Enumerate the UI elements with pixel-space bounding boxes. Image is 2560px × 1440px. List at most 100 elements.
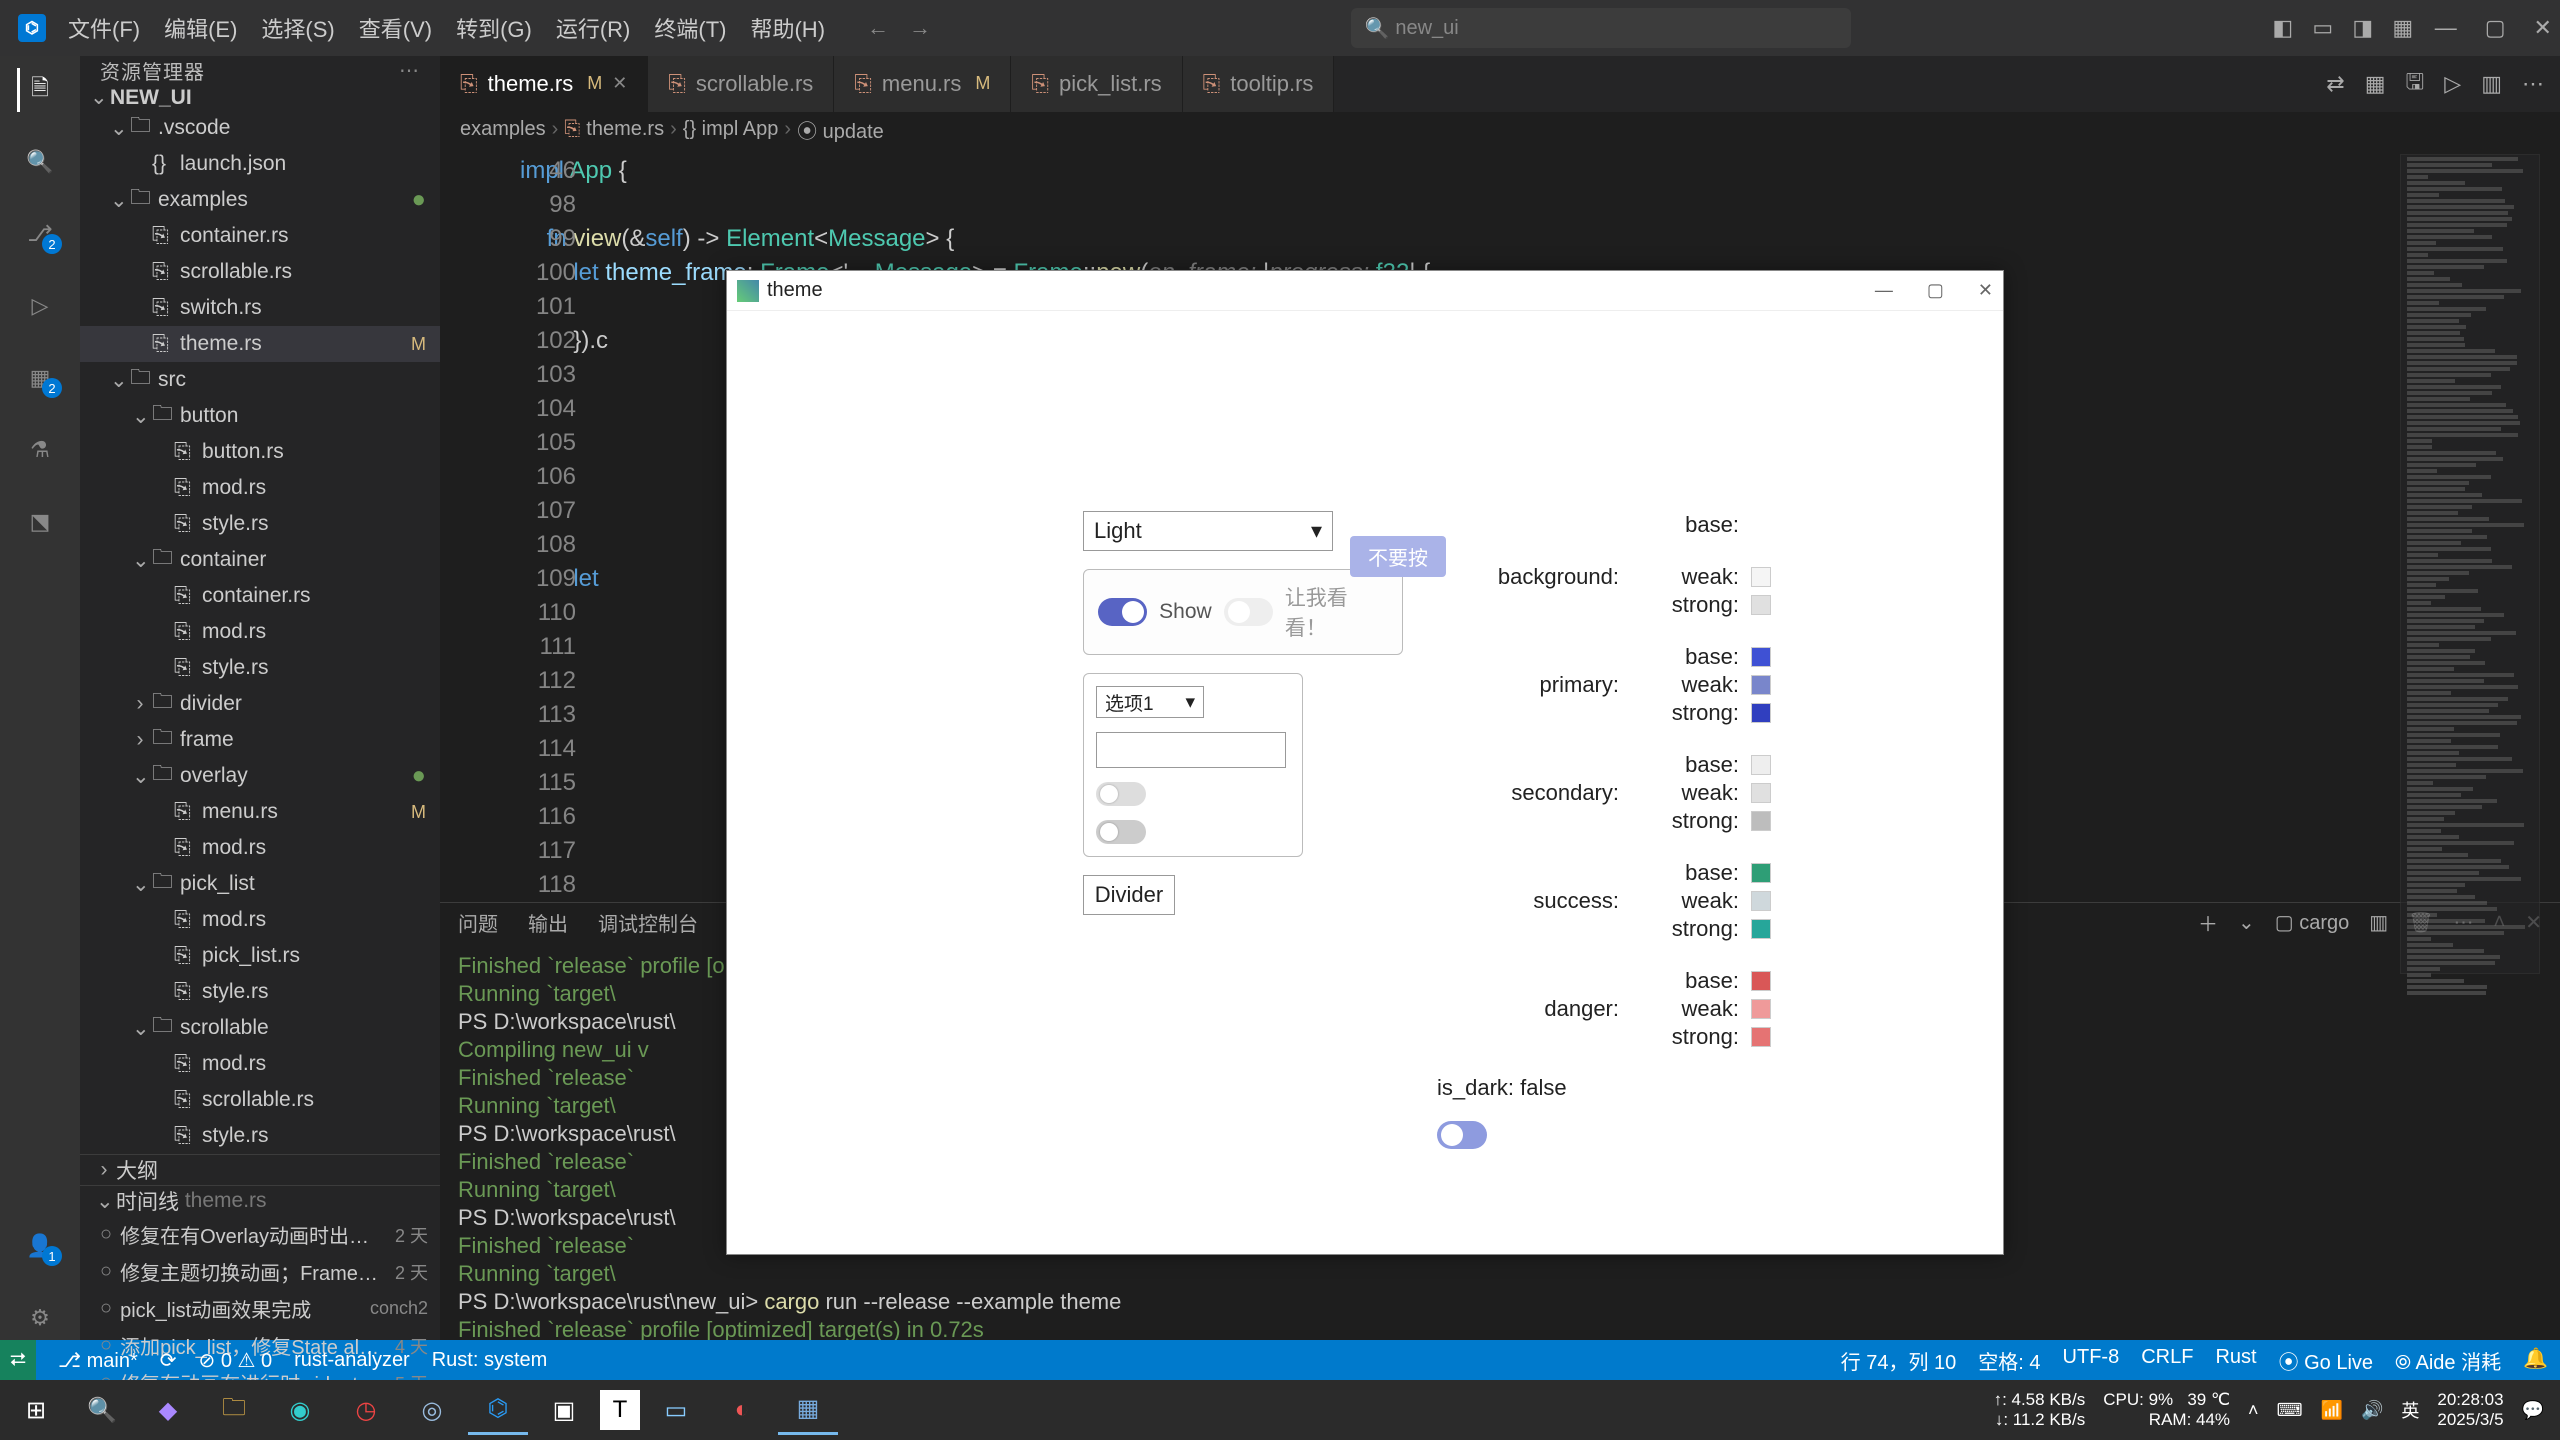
status-rust-system[interactable]: Rust: system [432,1349,548,1372]
file-theme-rs[interactable]: ⎘theme.rsM [80,326,440,362]
start-button[interactable]: ⊞ [6,1385,66,1435]
explorer-more-icon[interactable]: ⋯ [399,58,420,83]
status-lang[interactable]: Rust [2215,1346,2256,1375]
file-container-rs[interactable]: ⎘container.rs [80,218,440,254]
tab-pick_list-rs[interactable]: ⎘pick_list.rs [1011,56,1182,112]
status-problems[interactable]: ⊘ 0 ⚠ 0 [199,1348,273,1373]
editor-more-icon[interactable]: ⋯ [2522,71,2544,97]
file-mod-rs[interactable]: ⎘mod.rs [80,1046,440,1082]
panel-right-icon[interactable]: ◨ [2351,16,2375,40]
taskbar-search[interactable]: 🔍 [72,1385,132,1435]
panel-shell-icon[interactable]: ▢ cargo [2275,910,2349,935]
folder-examples[interactable]: 🗀examples● [80,182,440,218]
panel-left-icon[interactable]: ◧ [2271,16,2295,40]
tray-keyboard-icon[interactable]: ⌨ [2277,1400,2303,1421]
menu-help[interactable]: 帮助(H) [738,12,837,44]
taskbar-app1[interactable]: ◆ [138,1385,198,1435]
tray-volume-icon[interactable]: 🔊 [2361,1400,2383,1421]
file-scrollable-rs[interactable]: ⎘scrollable.rs [80,1082,440,1118]
tab-scrollable-rs[interactable]: ⎘scrollable.rs [648,56,834,112]
show-switch[interactable] [1098,598,1147,626]
taskbar-explorer[interactable]: 🗀 [204,1385,264,1435]
app-maximize-icon[interactable]: ▢ [1927,280,1944,301]
file-button-rs[interactable]: ⎘button.rs [80,434,440,470]
status-eol[interactable]: CRLF [2141,1346,2193,1375]
menu-go[interactable]: 转到(G) [444,12,544,44]
file-scrollable-rs[interactable]: ⎘scrollable.rs [80,254,440,290]
editor-split-icon[interactable]: ▥ [2481,71,2502,97]
folder-scrollable[interactable]: 🗀scrollable [80,1010,440,1046]
folder-button[interactable]: 🗀button [80,398,440,434]
file-switch-rs[interactable]: ⎘switch.rs [80,290,440,326]
command-center[interactable]: 🔍 new_ui [1351,8,1851,48]
maximize-icon[interactable]: ▢ [2485,15,2506,41]
status-encoding[interactable]: UTF-8 [2063,1346,2120,1375]
file-menu-rs[interactable]: ⎘menu.rsM [80,794,440,830]
tray-up-icon[interactable]: ˄ [2248,1400,2259,1421]
status-aide[interactable]: ⦾ Aide 消耗 [2395,1346,2501,1375]
bc-3[interactable]: ⦿ update [797,115,884,144]
menu-selection[interactable]: 选择(S) [249,12,346,44]
panel-split-down-icon[interactable]: ⌄ [2238,910,2255,935]
activity-account[interactable]: 👤1 [18,1224,62,1268]
tab-menu-rs[interactable]: ⎘menu.rsM [834,56,1011,112]
status-golive[interactable]: ⦿ Go Live [2279,1346,2373,1375]
panel-output[interactable]: 输出 [528,908,568,937]
panel-new-icon[interactable]: ＋ [2198,908,2218,937]
file-style-rs[interactable]: ⎘style.rs [80,1118,440,1154]
menu-view[interactable]: 查看(V) [347,12,444,44]
tray-clock[interactable]: 20:28:03 2025/3/5 [2437,1390,2503,1430]
activity-debug[interactable]: ▷ [18,284,62,328]
editor-run-icon[interactable]: ▷ [2444,71,2461,97]
menu-file[interactable]: 文件(F) [56,12,152,44]
folder-src[interactable]: 🗀src [80,362,440,398]
timeline-item[interactable]: ○修复主题切换动画；Frame可以...2 天 [80,1253,440,1290]
small-switch-1[interactable] [1096,782,1146,806]
activity-search[interactable]: 🔍 [18,140,62,184]
file-mod-rs[interactable]: ⎘mod.rs [80,830,440,866]
file-launch-json[interactable]: {}launch.json [80,146,440,182]
taskbar-text[interactable]: T [600,1390,640,1430]
timeline-item[interactable]: ○pick_list动画效果完成conch2 [80,1290,440,1327]
activity-scm[interactable]: ⎇2 [18,212,62,256]
option-select[interactable]: 选项1 ▾ [1096,686,1204,718]
minimize-icon[interactable]: — [2435,15,2457,41]
tab-theme-rs[interactable]: ⎘theme.rsM✕ [440,56,648,112]
timeline-item[interactable]: ○修复在有Overlay动画时出现未...2 天 [80,1216,440,1253]
file-pick_list-rs[interactable]: ⎘pick_list.rs [80,938,440,974]
tray-cpu[interactable]: CPU: 9% 39 ℃ RAM: 44% [2103,1390,2230,1430]
panel-problems[interactable]: 问题 [458,908,498,937]
folder--vscode[interactable]: 🗀.vscode [80,110,440,146]
divider-button[interactable]: Divider [1083,875,1175,915]
status-rust-analyzer[interactable]: rust-analyzer [294,1349,410,1372]
text-input[interactable] [1096,732,1286,768]
layout-customize-icon[interactable]: ▦ [2391,16,2415,40]
git-branch[interactable]: ⎇ main* [58,1348,138,1373]
breadcrumb[interactable]: examples› ⎘theme.rs› {} impl App› ⦿ upda… [440,112,2560,148]
file-mod-rs[interactable]: ⎘mod.rs [80,614,440,650]
activity-remote[interactable]: ⬔ [18,500,62,544]
taskbar-theme-app[interactable]: ▦ [778,1385,838,1435]
tab-tooltip-rs[interactable]: ⎘tooltip.rs [1183,56,1335,112]
taskbar-vscode[interactable]: ⌬ [468,1385,528,1435]
close-icon[interactable]: ✕ [2534,15,2552,41]
editor-save-icon[interactable]: 🖫 [2406,65,2425,103]
folder-root[interactable]: NEW_UI [80,85,440,110]
menu-run[interactable]: 运行(R) [544,12,643,44]
hint-switch[interactable] [1224,598,1273,626]
nav-back-icon[interactable]: ← [867,15,889,41]
tray-wifi-icon[interactable]: 📶 [2321,1400,2343,1421]
activity-testing[interactable]: ⚗ [18,428,62,472]
taskbar-edge[interactable]: ◉ [270,1385,330,1435]
file-container-rs[interactable]: ⎘container.rs [80,578,440,614]
status-cursor[interactable]: 行 74，列 10 [1841,1346,1957,1375]
editor-compare-icon[interactable]: ⇄ [2326,71,2344,97]
bc-1[interactable]: theme.rs [586,118,664,141]
file-style-rs[interactable]: ⎘style.rs [80,650,440,686]
theme-select[interactable]: Light ▾ [1083,511,1333,551]
file-style-rs[interactable]: ⎘style.rs [80,974,440,1010]
taskbar-app3[interactable]: ◐ [712,1385,772,1435]
folder-overlay[interactable]: 🗀overlay● [80,758,440,794]
bc-0[interactable]: examples [460,118,546,141]
git-sync[interactable]: ⟳ [160,1348,177,1373]
